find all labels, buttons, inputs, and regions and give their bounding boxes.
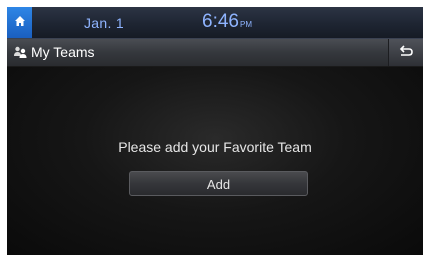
date-display: Jan. 1: [84, 15, 124, 31]
home-icon: [14, 14, 26, 32]
page-title: My Teams: [31, 44, 95, 60]
team-icon: [13, 45, 28, 64]
status-bar: Jan. 1 6:46PM: [7, 7, 423, 39]
add-button[interactable]: Add: [129, 171, 308, 196]
time-value: 6:46: [202, 11, 239, 32]
content-area: Please add your Favorite Team Add: [7, 67, 423, 255]
empty-message: Please add your Favorite Team: [118, 139, 312, 155]
ampm-indicator: PM: [239, 20, 252, 29]
home-button[interactable]: [7, 7, 32, 38]
back-icon: [398, 44, 414, 62]
screen: Jan. 1 6:46PM My Teams Please add your F…: [7, 7, 423, 255]
title-bar: My Teams: [7, 39, 423, 67]
time-display: 6:46PM: [202, 11, 252, 33]
back-button[interactable]: [388, 39, 423, 66]
